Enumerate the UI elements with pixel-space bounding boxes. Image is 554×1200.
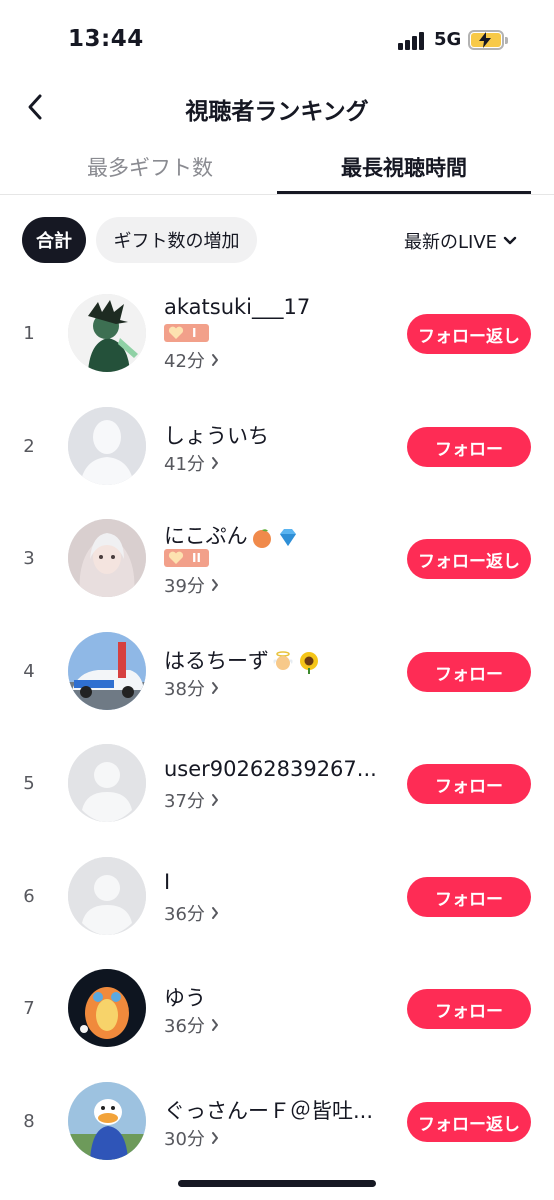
ranking-row[interactable]: 4 はるちーず 38分 フォロー <box>0 615 554 727</box>
user-name-text: にこぷん <box>164 524 248 548</box>
watch-time-value: 39分 <box>164 576 205 597</box>
chevron-right-icon <box>211 1132 218 1144</box>
follow-button[interactable]: フォロー <box>407 427 531 467</box>
watch-time[interactable]: 36分 <box>164 900 219 926</box>
watch-time-value: 41分 <box>164 454 205 475</box>
heart-icon <box>168 326 184 339</box>
user-name: I <box>164 870 171 894</box>
chevron-right-icon <box>211 1019 218 1031</box>
chevron-right-icon <box>211 794 218 806</box>
user-name: akatsuki___17 <box>164 295 311 319</box>
watch-time-value: 37分 <box>164 791 205 812</box>
avatar[interactable] <box>68 744 146 822</box>
home-indicator[interactable] <box>178 1180 376 1187</box>
watch-time[interactable]: 37分 <box>164 787 219 813</box>
watch-time[interactable]: 38分 <box>164 675 219 701</box>
follow-button[interactable]: フォロー <box>407 764 531 804</box>
follow-button[interactable]: フォロー <box>407 877 531 917</box>
fan-level-badge: II <box>164 549 209 567</box>
avatar[interactable] <box>68 969 146 1047</box>
filter-chip-gift-increase[interactable]: ギフト数の増加 <box>96 217 257 263</box>
watch-time[interactable]: 42分 <box>164 347 219 373</box>
user-name: user90262839267... <box>164 757 377 781</box>
rank-number: 8 <box>23 1110 35 1132</box>
user-name: しょういち <box>164 424 269 448</box>
ranking-row[interactable]: 3 にこぷん II 39分 フォロー返し <box>0 502 554 614</box>
rank-number: 5 <box>23 772 35 794</box>
follow-button[interactable]: フォロー <box>407 652 531 692</box>
user-name: にこぷん <box>164 520 300 550</box>
baby-angel-emoji <box>273 651 293 670</box>
avatar[interactable] <box>68 857 146 935</box>
user-name: ゆう <box>164 986 206 1010</box>
gem-emoji <box>279 529 296 546</box>
rank-number: 3 <box>23 547 35 569</box>
sunflower-emoji <box>300 652 318 674</box>
ranking-row[interactable]: 1 akatsuki___17 I 42分 フォロー返し <box>0 277 554 389</box>
rank-number: 1 <box>23 322 35 344</box>
status-bar: 13:44 5G <box>0 0 554 80</box>
avatar[interactable] <box>68 407 146 485</box>
ranking-row[interactable]: 5 user90262839267... 37分 フォロー <box>0 727 554 839</box>
avatar[interactable] <box>68 632 146 710</box>
watch-time-value: 30分 <box>164 1129 205 1150</box>
ranking-row[interactable]: 6 I 36分 フォロー <box>0 840 554 952</box>
fan-level-label: I <box>192 326 197 340</box>
user-name: はるちーず <box>164 645 321 675</box>
watch-time[interactable]: 30分 <box>164 1125 219 1151</box>
rank-number: 2 <box>23 435 35 457</box>
status-time: 13:44 <box>68 26 144 52</box>
user-name-text: はるちーず <box>164 649 269 673</box>
follow-button[interactable]: フォロー <box>407 989 531 1029</box>
avatar[interactable] <box>68 1082 146 1160</box>
heart-icon <box>168 551 184 564</box>
live-dropdown-label: 最新のLIVE <box>404 232 498 253</box>
watch-time-value: 38分 <box>164 679 205 700</box>
rank-number: 6 <box>23 885 35 907</box>
rank-number: 7 <box>23 997 35 1019</box>
tab-most-gifts[interactable]: 最多ギフト数 <box>50 152 250 194</box>
chevron-right-icon <box>211 579 218 591</box>
avatar[interactable] <box>68 294 146 372</box>
watch-time-value: 36分 <box>164 1016 205 1037</box>
ranking-row[interactable]: 2 しょういち 41分 フォロー <box>0 390 554 502</box>
avatar[interactable] <box>68 519 146 597</box>
chevron-right-icon <box>211 682 218 694</box>
follow-back-button[interactable]: フォロー返し <box>407 539 531 579</box>
follow-back-button[interactable]: フォロー返し <box>407 1102 531 1142</box>
signal-bars-icon <box>398 32 428 50</box>
watch-time-value: 36分 <box>164 904 205 925</box>
chevron-right-icon <box>211 354 218 366</box>
follow-back-button[interactable]: フォロー返し <box>407 314 531 354</box>
ranking-row[interactable]: 8 ぐっさんーＦ＠皆吐... 30分 フォロー返し <box>0 1065 554 1177</box>
watch-time-value: 42分 <box>164 351 205 372</box>
watch-time[interactable]: 36分 <box>164 1012 219 1038</box>
tabs-divider <box>0 194 554 195</box>
page-title: 視聴者ランキング <box>185 99 369 125</box>
battery-charging-icon <box>468 30 508 50</box>
watch-time[interactable]: 39分 <box>164 572 219 598</box>
fan-level-badge: I <box>164 324 209 342</box>
user-name: ぐっさんーＦ＠皆吐... <box>164 1099 374 1123</box>
live-dropdown[interactable]: 最新のLIVE <box>404 228 517 254</box>
filter-chip-total[interactable]: 合計 <box>22 217 86 263</box>
fan-level-label: II <box>192 551 201 565</box>
watch-time[interactable]: 41分 <box>164 450 219 476</box>
chevron-right-icon <box>211 907 218 919</box>
ranking-row[interactable]: 7 ゆう 36分 フォロー <box>0 952 554 1064</box>
tab-longest-watch-time[interactable]: 最長視聴時間 <box>277 152 531 194</box>
peach-emoji <box>252 529 271 548</box>
rank-number: 4 <box>23 660 35 682</box>
network-label: 5G <box>434 29 462 50</box>
chevron-down-icon <box>503 236 517 245</box>
chevron-right-icon <box>211 457 218 469</box>
